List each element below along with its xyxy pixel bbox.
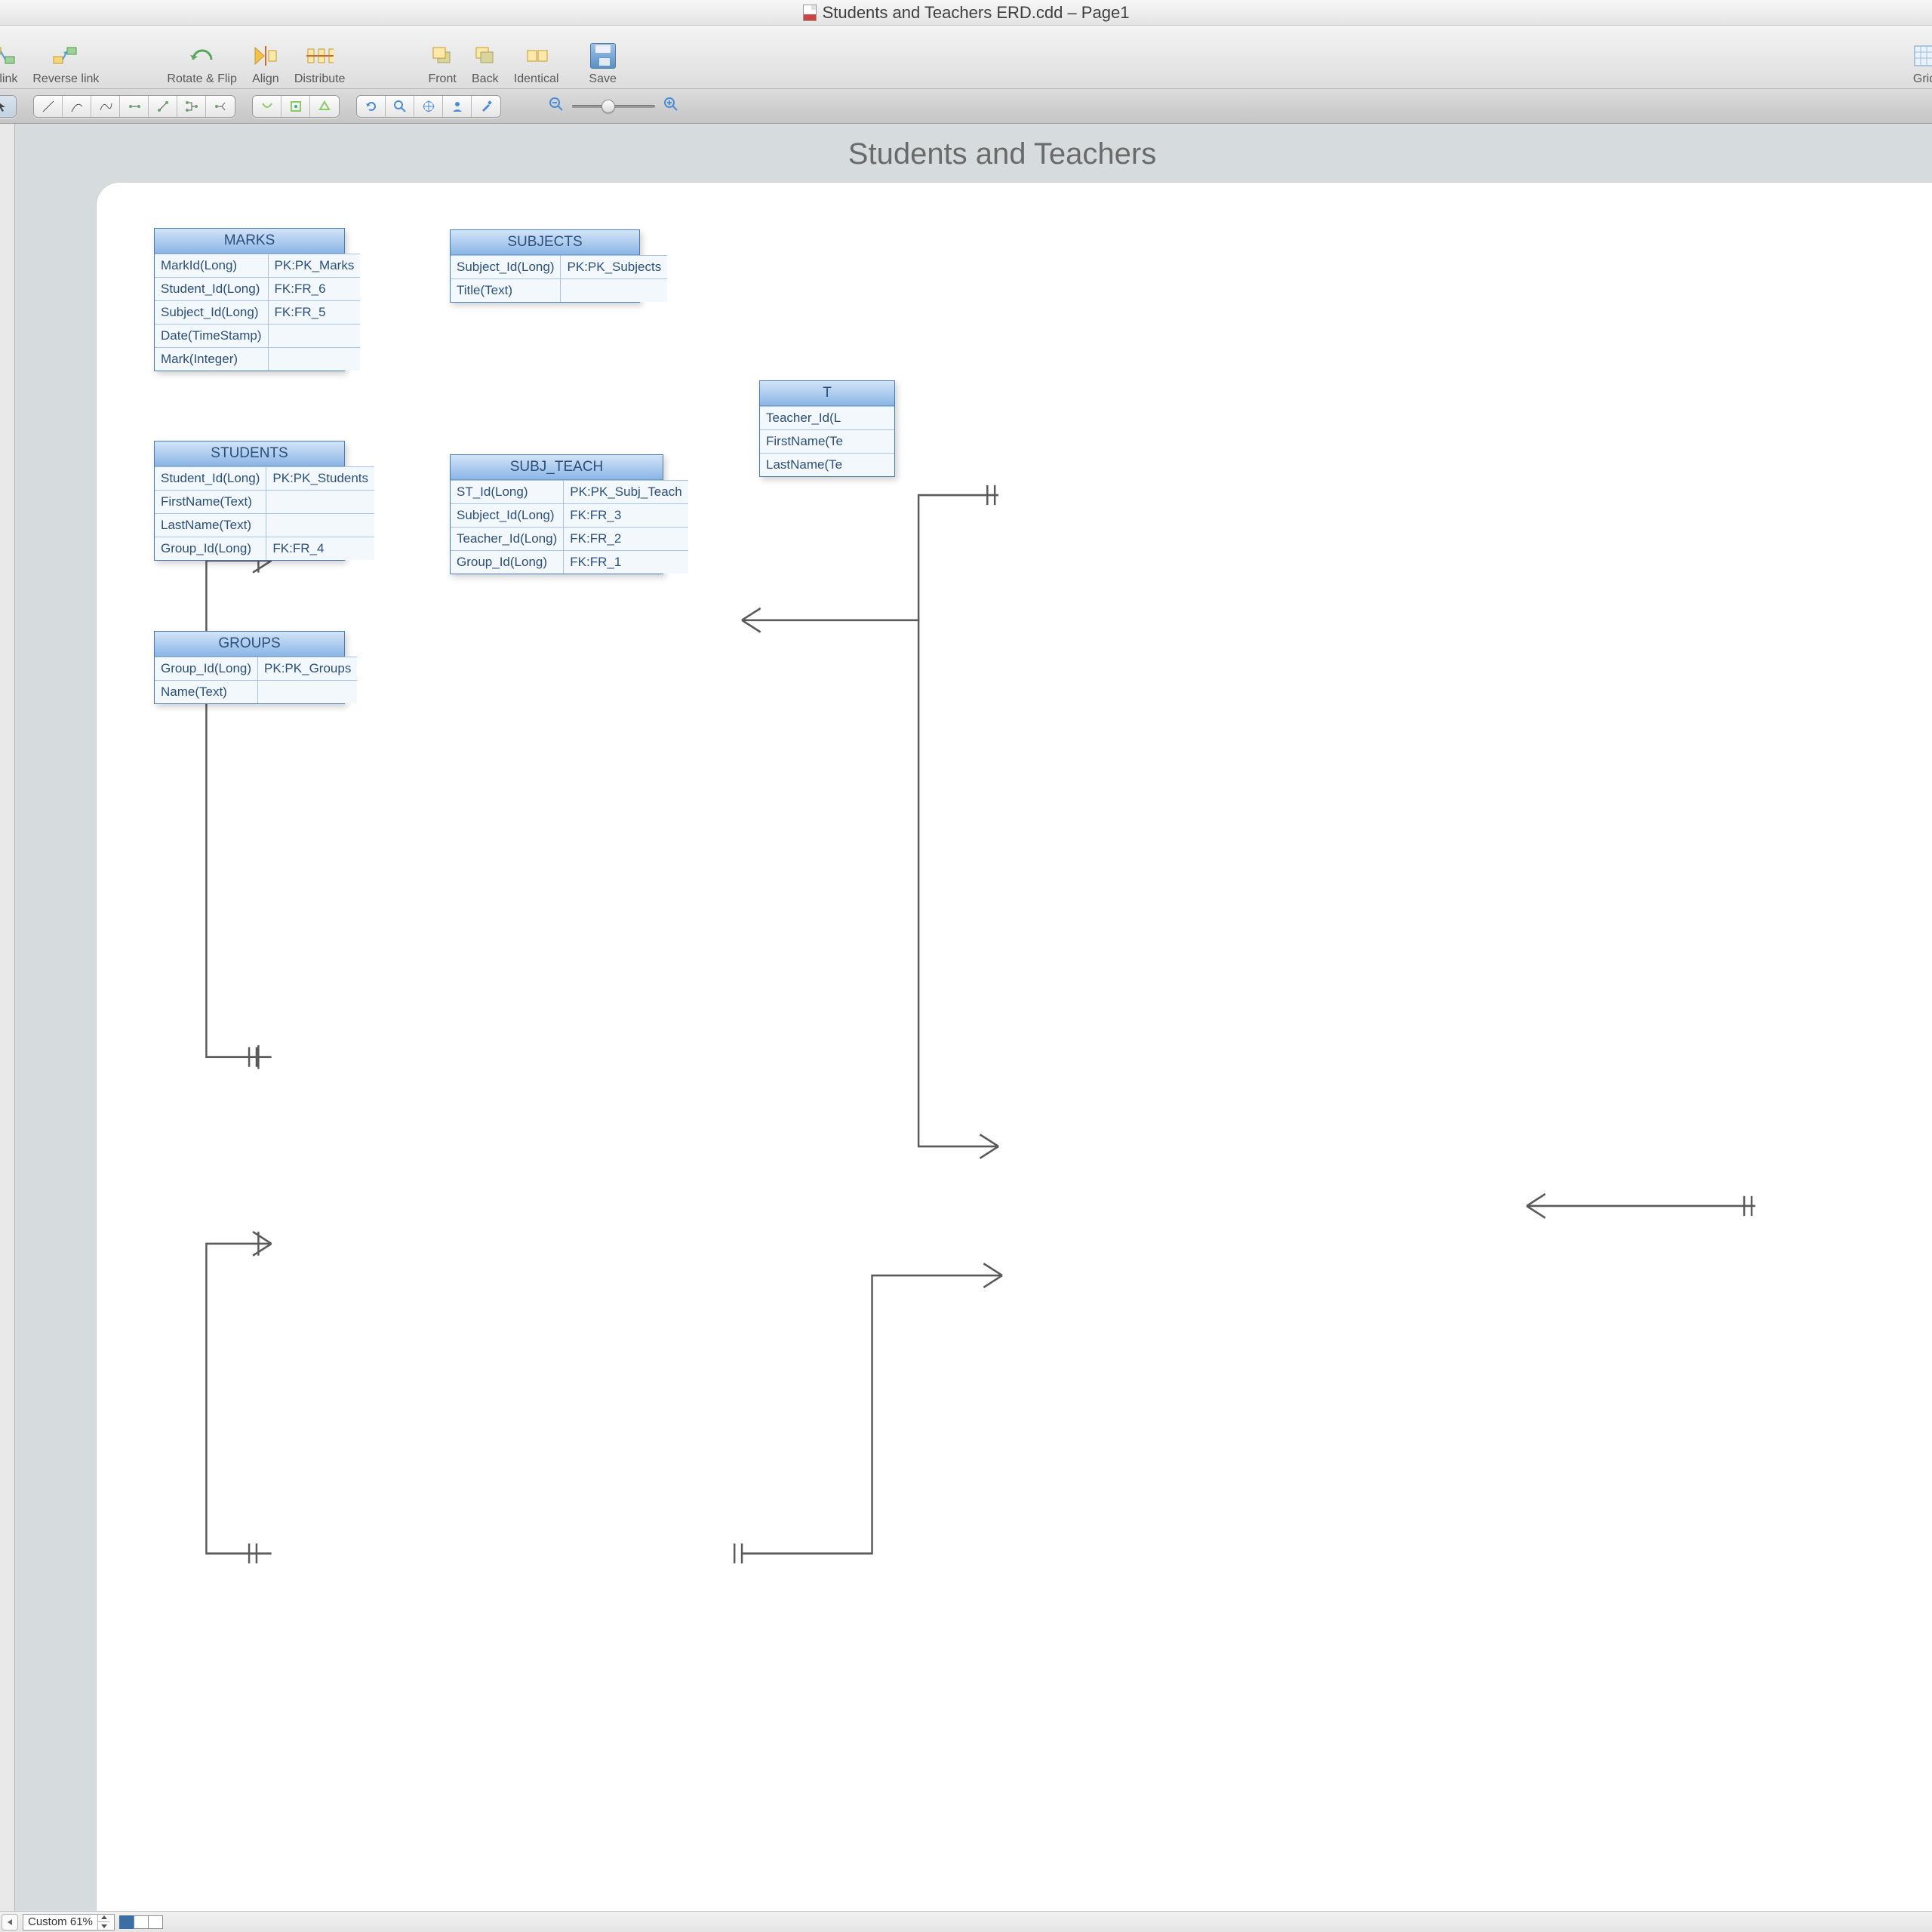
entity-teachers-header: T xyxy=(760,381,894,406)
node-tools-group xyxy=(252,95,340,118)
entity-students-table: Student_Id(Long)PK:PK_Students FirstName… xyxy=(155,466,374,560)
main-toolbar: e link Reverse link Rotate & Flip Align xyxy=(0,26,1932,89)
save-button[interactable]: Save xyxy=(581,27,623,88)
line-tools-group xyxy=(33,95,235,118)
rotate-flip-icon xyxy=(189,41,216,71)
make-link-button[interactable]: e link xyxy=(0,27,25,88)
document-icon xyxy=(803,5,817,21)
window-titlebar: Students and Teachers ERD.cdd – Page1 xyxy=(0,0,1932,26)
connector-h-tool[interactable] xyxy=(120,96,149,117)
bring-front-icon xyxy=(429,41,456,71)
page-nav-button[interactable] xyxy=(2,1914,18,1930)
entity-subjects-header: SUBJECTS xyxy=(451,230,639,255)
distribute-icon xyxy=(306,41,334,71)
branches-tool[interactable] xyxy=(206,96,235,117)
align-button[interactable]: Align xyxy=(245,27,287,88)
entity-marks-table: MarkId(Long)PK:PK_Marks Student_Id(Long)… xyxy=(155,254,360,371)
distribute-button[interactable]: Distribute xyxy=(287,27,353,88)
send-back-icon xyxy=(472,41,499,71)
pane-3[interactable] xyxy=(148,1915,163,1929)
entity-marks[interactable]: MARKS MarkId(Long)PK:PK_Marks Student_Id… xyxy=(154,228,345,371)
entity-subj-teach[interactable]: SUBJ_TEACH ST_Id(Long)PK:PK_Subj_Teach S… xyxy=(450,454,663,574)
entity-subj-teach-header: SUBJ_TEACH xyxy=(451,455,663,480)
zoom-stepper[interactable] xyxy=(97,1914,109,1930)
diagram-title: Students and Teachers xyxy=(72,124,1932,179)
workspace: Students and Teachers xyxy=(0,124,1932,1911)
person-button[interactable] xyxy=(443,96,472,117)
entity-teachers[interactable]: T Teacher_Id(L FirstName(Te LastName(Te xyxy=(759,380,895,477)
entity-students[interactable]: STUDENTS Student_Id(Long)PK:PK_Students … xyxy=(154,441,345,561)
pan-button[interactable] xyxy=(414,96,443,117)
identical-button[interactable]: Identical xyxy=(506,27,567,88)
zoom-stepper-down[interactable] xyxy=(98,1922,109,1930)
connector-diag-tool[interactable] xyxy=(149,96,177,117)
node-tool-2[interactable] xyxy=(281,96,310,117)
zoom-stepper-up[interactable] xyxy=(98,1914,109,1923)
align-icon xyxy=(252,41,279,71)
entity-teachers-table: Teacher_Id(L FirstName(Te LastName(Te xyxy=(760,406,894,476)
refresh-button[interactable] xyxy=(357,96,386,117)
entity-students-header: STUDENTS xyxy=(155,441,344,466)
back-button[interactable]: Back xyxy=(464,27,506,88)
zoom-button[interactable] xyxy=(386,96,414,117)
save-icon xyxy=(589,41,617,71)
node-tool-3[interactable] xyxy=(310,96,339,117)
reverse-link-icon xyxy=(52,41,79,71)
cursor-mode-group xyxy=(0,95,17,118)
entity-groups-table: Group_Id(Long)PK:PK_Groups Name(Text) xyxy=(155,657,357,703)
canvas[interactable]: Students and Teachers xyxy=(72,124,1932,1911)
entity-marks-header: MARKS xyxy=(155,229,344,254)
window-title: Students and Teachers ERD.cdd – Page1 xyxy=(823,3,1130,23)
grid-button[interactable]: Grid xyxy=(1903,27,1932,88)
pane-1[interactable] xyxy=(119,1915,134,1929)
reverse-link-button[interactable]: Reverse link xyxy=(25,27,106,88)
zoom-out-icon[interactable] xyxy=(548,96,565,116)
entity-subjects-table: Subject_Id(Long)PK:PK_Subjects Title(Tex… xyxy=(451,255,667,302)
make-link-icon xyxy=(0,41,17,71)
pane-switcher[interactable] xyxy=(119,1915,163,1929)
arc-tool[interactable] xyxy=(63,96,91,117)
identical-icon xyxy=(523,41,550,71)
zoom-slider-group xyxy=(548,96,679,116)
view-tools-group xyxy=(356,95,501,118)
node-tool-1[interactable] xyxy=(253,96,281,117)
entity-subjects[interactable]: SUBJECTS Subject_Id(Long)PK:PK_Subjects … xyxy=(450,229,640,303)
zoom-slider-thumb[interactable] xyxy=(601,100,615,113)
rotate-flip-button[interactable]: Rotate & Flip xyxy=(159,27,244,88)
zoom-value: Custom 61% xyxy=(28,1915,93,1928)
zoom-field[interactable]: Custom 61% xyxy=(23,1914,115,1930)
connector-multi-tool[interactable] xyxy=(177,96,206,117)
eyedropper-button[interactable] xyxy=(472,96,500,117)
entity-groups-header: GROUPS xyxy=(155,632,344,657)
zoom-slider[interactable] xyxy=(572,105,655,108)
vertical-ruler xyxy=(0,124,15,1911)
entity-groups[interactable]: GROUPS Group_Id(Long)PK:PK_Groups Name(T… xyxy=(154,631,345,704)
pane-2[interactable] xyxy=(134,1915,149,1929)
zoom-in-icon[interactable] xyxy=(663,96,679,116)
front-button[interactable]: Front xyxy=(420,27,463,88)
select-mode-button[interactable] xyxy=(0,96,16,117)
spline-tool[interactable] xyxy=(91,96,120,117)
status-bar: Custom 61% xyxy=(0,1911,1932,1932)
secondary-toolbar xyxy=(0,89,1932,124)
page-surface xyxy=(97,183,1932,1911)
line-tool[interactable] xyxy=(34,96,63,117)
entity-subj-teach-table: ST_Id(Long)PK:PK_Subj_Teach Subject_Id(L… xyxy=(451,480,688,574)
grid-icon xyxy=(1911,41,1932,71)
